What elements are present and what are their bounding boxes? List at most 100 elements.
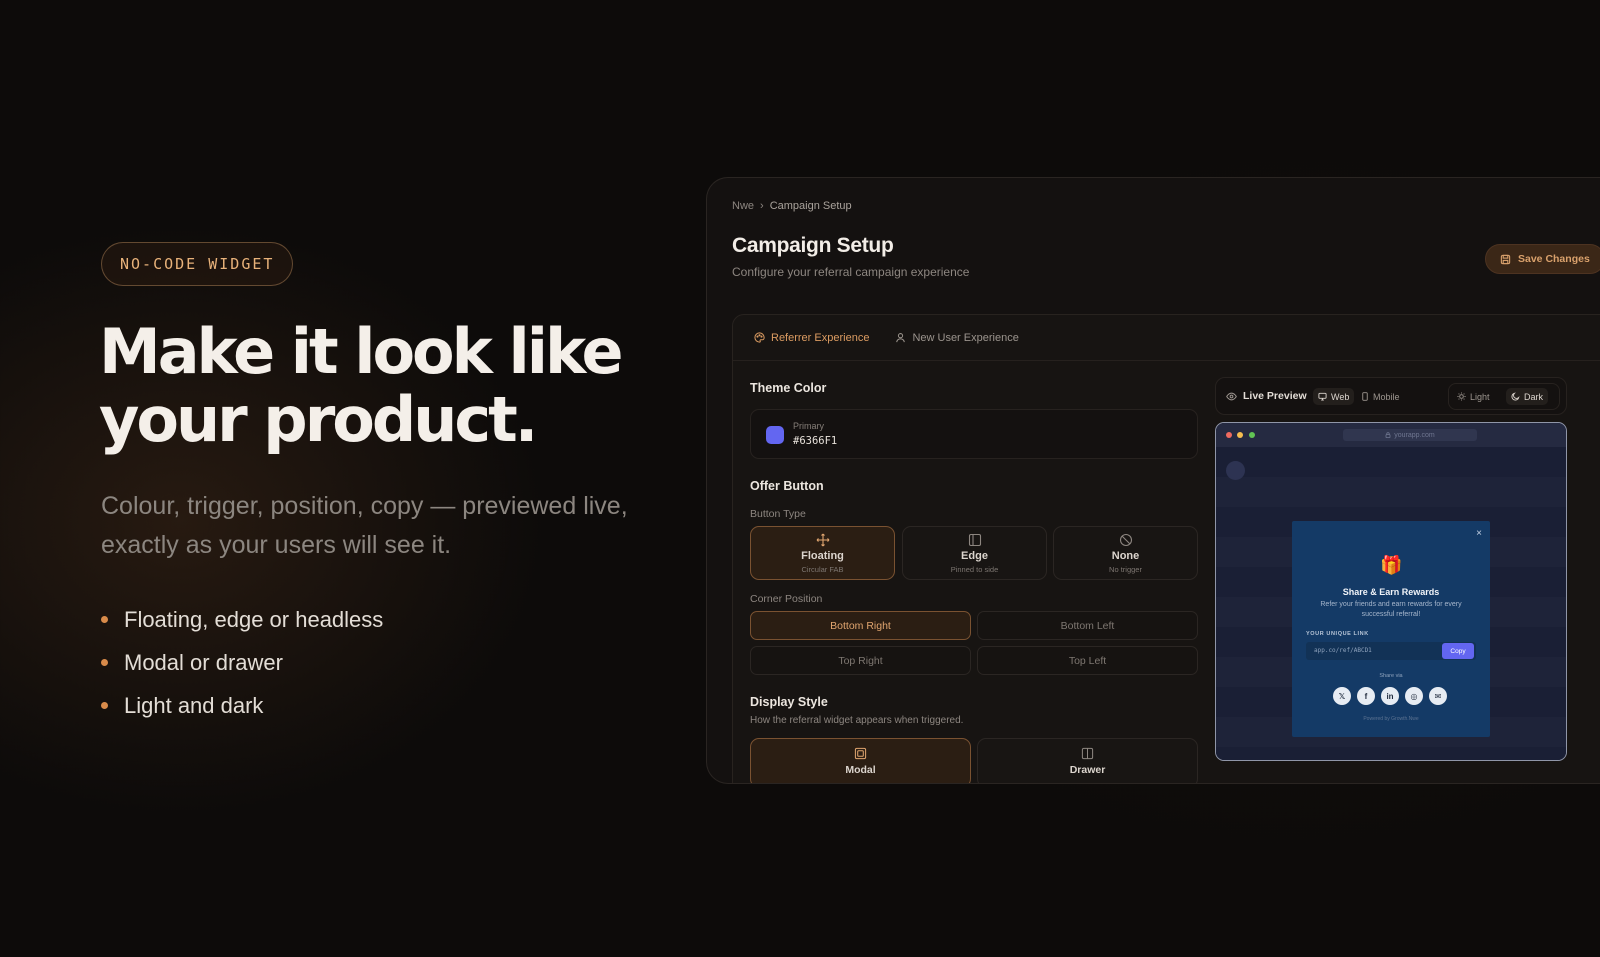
save-changes-button[interactable]: Save Changes xyxy=(1485,244,1600,274)
eye-icon xyxy=(1226,392,1237,400)
hero-subtitle: Colour, trigger, position, copy — previe… xyxy=(101,492,628,559)
feature-list: Floating, edge or headless Modal or draw… xyxy=(101,598,383,727)
display-style-label: Drawer xyxy=(1069,764,1106,776)
facebook-share-icon[interactable]: f xyxy=(1357,687,1375,705)
copy-link-button[interactable]: Copy xyxy=(1442,643,1474,659)
theme-color-heading: Theme Color xyxy=(750,381,827,395)
button-type-none[interactable]: None No trigger xyxy=(1053,526,1198,580)
settings-panel: Referrer Experience New User Experience … xyxy=(732,314,1600,783)
breadcrumb-root[interactable]: Nwe xyxy=(732,200,754,212)
button-type-title: Floating xyxy=(801,549,844,562)
app-window: Nwe › Campaign Setup Campaign Setup Conf… xyxy=(706,177,1600,784)
referral-modal: × 🎁 Share & Earn Rewards Refer your frie… xyxy=(1292,521,1490,737)
modal-description: Refer your friends and earn rewards for … xyxy=(1320,601,1462,618)
display-style-drawer[interactable]: Drawer xyxy=(977,738,1198,783)
maximize-dot-icon xyxy=(1249,432,1255,438)
drawer-icon xyxy=(1081,747,1094,760)
live-preview-title: Live Preview xyxy=(1226,390,1307,402)
preview-dark-label: Dark xyxy=(1524,391,1544,402)
tab-new-user-experience[interactable]: New User Experience xyxy=(895,331,1019,344)
modal-title: Share & Earn Rewards xyxy=(1342,587,1440,597)
feature-item: Floating, edge or headless xyxy=(101,598,383,641)
browser-content: × 🎁 Share & Earn Rewards Refer your frie… xyxy=(1216,447,1566,760)
button-type-subtitle: No trigger xyxy=(1109,564,1142,574)
unique-link-field: app.co/ref/ABCD1 Copy xyxy=(1306,642,1476,660)
live-preview-toolbar: Live Preview Web Mobile Light Dark xyxy=(1215,377,1567,415)
preview-mobile-label: Mobile xyxy=(1373,391,1400,402)
button-type-subtitle: Circular FAB xyxy=(801,564,844,574)
preview-mobile-toggle[interactable]: Mobile xyxy=(1356,388,1405,405)
save-changes-label: Save Changes xyxy=(1518,253,1590,265)
palette-icon xyxy=(754,332,765,343)
breadcrumb-separator: › xyxy=(760,200,764,212)
theme-color-picker[interactable]: Primary #6366F1 xyxy=(750,409,1198,459)
breadcrumb-current: Campaign Setup xyxy=(769,200,852,212)
sun-icon xyxy=(1457,392,1466,401)
display-style-heading: Display Style xyxy=(750,695,828,709)
moon-icon xyxy=(1511,392,1520,401)
corner-position-label: Corner Position xyxy=(750,593,823,605)
feature-text: Light and dark xyxy=(124,692,264,718)
corner-bottom-left[interactable]: Bottom Left xyxy=(977,611,1198,640)
display-style-label: Modal xyxy=(845,764,876,776)
preview-web-label: Web xyxy=(1331,391,1350,402)
bullet-dot-icon xyxy=(101,659,108,666)
hero-title-line-1: Make it look like xyxy=(99,315,624,388)
feature-text: Floating, edge or headless xyxy=(124,606,384,632)
button-type-floating[interactable]: Floating Circular FAB xyxy=(750,526,895,580)
powered-by-label: Powered by Growth.Nwe xyxy=(1363,716,1419,722)
corner-bottom-right[interactable]: Bottom Right xyxy=(750,611,971,640)
browser-url-bar: yourapp.com xyxy=(1343,429,1477,441)
user-icon xyxy=(896,333,906,343)
site-avatar xyxy=(1226,461,1245,480)
social-share-row: 𝕏 f in ◎ ✉ xyxy=(1333,687,1447,705)
save-icon xyxy=(1500,254,1511,264)
lock-icon xyxy=(1385,432,1391,438)
feature-item: Modal or drawer xyxy=(101,641,383,684)
hero-title-line-2: your product. xyxy=(99,383,538,456)
share-via-label: Share via xyxy=(1379,673,1403,679)
button-type-label: Button Type xyxy=(750,508,806,520)
corner-top-left[interactable]: Top Left xyxy=(977,646,1198,675)
move-icon xyxy=(816,533,829,546)
phone-icon xyxy=(1362,392,1368,401)
browser-url: yourapp.com xyxy=(1394,431,1435,439)
button-type-edge[interactable]: Edge Pinned to side xyxy=(902,526,1047,580)
display-style-modal[interactable]: Modal xyxy=(750,738,971,783)
whatsapp-share-icon[interactable]: ◎ xyxy=(1405,687,1423,705)
tab-referrer-experience[interactable]: Referrer Experience xyxy=(754,332,869,344)
modal-close-icon[interactable]: × xyxy=(1476,528,1482,539)
color-hex-value: #6366F1 xyxy=(793,435,838,447)
gift-icon: 🎁 xyxy=(1380,555,1403,575)
tab-label: Referrer Experience xyxy=(771,331,870,344)
corner-top-right[interactable]: Top Right xyxy=(750,646,971,675)
page-description: Configure your referral campaign experie… xyxy=(732,265,970,279)
bullet-dot-icon xyxy=(101,702,108,709)
page-title: Campaign Setup xyxy=(732,234,894,257)
preview-light-label: Light xyxy=(1470,391,1490,402)
experience-tabs: Referrer Experience New User Experience xyxy=(733,315,1600,361)
minimize-dot-icon xyxy=(1237,432,1243,438)
unique-link-value: app.co/ref/ABCD1 xyxy=(1314,647,1372,654)
button-type-title: None xyxy=(1111,549,1140,562)
button-type-title: Edge xyxy=(961,549,988,562)
no-code-badge: NO-CODE WIDGET xyxy=(101,242,294,286)
email-share-icon[interactable]: ✉ xyxy=(1429,687,1447,705)
feature-text: Modal or drawer xyxy=(124,649,283,675)
monitor-icon xyxy=(1318,392,1327,401)
live-preview-label: Live Preview xyxy=(1243,390,1307,402)
preview-web-toggle[interactable]: Web xyxy=(1313,388,1355,405)
color-swatch[interactable] xyxy=(766,426,784,444)
color-caption: Primary xyxy=(793,421,824,431)
button-type-subtitle: Pinned to side xyxy=(950,564,999,574)
unique-link-label: YOUR UNIQUE LINK xyxy=(1306,631,1369,637)
offer-button-heading: Offer Button xyxy=(750,479,824,493)
modal-icon xyxy=(854,747,867,760)
x-share-icon[interactable]: 𝕏 xyxy=(1333,687,1351,705)
preview-light-toggle[interactable]: Light xyxy=(1452,388,1495,405)
close-dot-icon xyxy=(1226,432,1232,438)
sidebar-icon xyxy=(968,533,981,546)
linkedin-share-icon[interactable]: in xyxy=(1381,687,1399,705)
tab-label: New User Experience xyxy=(912,331,1019,344)
preview-dark-toggle[interactable]: Dark xyxy=(1506,388,1549,405)
